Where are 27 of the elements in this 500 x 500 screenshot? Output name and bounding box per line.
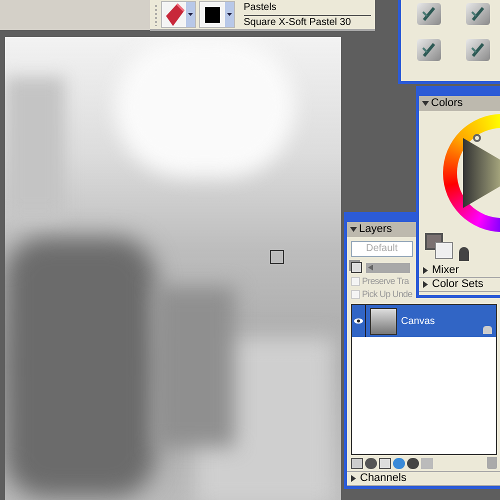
color-swatches[interactable] [425,233,455,261]
expand-arrow-icon [350,475,357,482]
color-picker-handle[interactable] [473,134,481,142]
layer-row[interactable]: Canvas [352,305,496,337]
layer-stack-icon [351,262,362,273]
collapse-toggle[interactable] [422,100,429,107]
collapse-toggle[interactable] [350,226,357,233]
section-header[interactable]: Channels [347,472,500,486]
brush-dab-icon [204,6,220,22]
section-header[interactable]: Mixer [419,264,500,278]
layer-name: Canvas [401,314,436,328]
layer-thumbnail [370,308,397,334]
new-layer-icon[interactable] [379,458,391,469]
brush-category-label: Pastels [244,0,371,16]
dropdown-icon [226,13,232,16]
eye-icon[interactable] [352,305,366,337]
panel-title: Colors [431,96,463,112]
brush-cursor-icon [270,250,284,264]
dropdown-icon [188,13,193,16]
checkbox-label: Pick Up Unde [362,288,412,301]
grip-icon [154,4,158,26]
brush-variant-label: Square X-Soft Pastel 30 [244,16,352,28]
checkbox-label: Preserve Tra [362,274,409,288]
brush-category-button[interactable] [160,1,196,28]
brush-variant-button[interactable] [198,1,235,28]
section-header[interactable]: Color Sets [419,278,500,292]
panel-title: Layers [359,222,392,238]
